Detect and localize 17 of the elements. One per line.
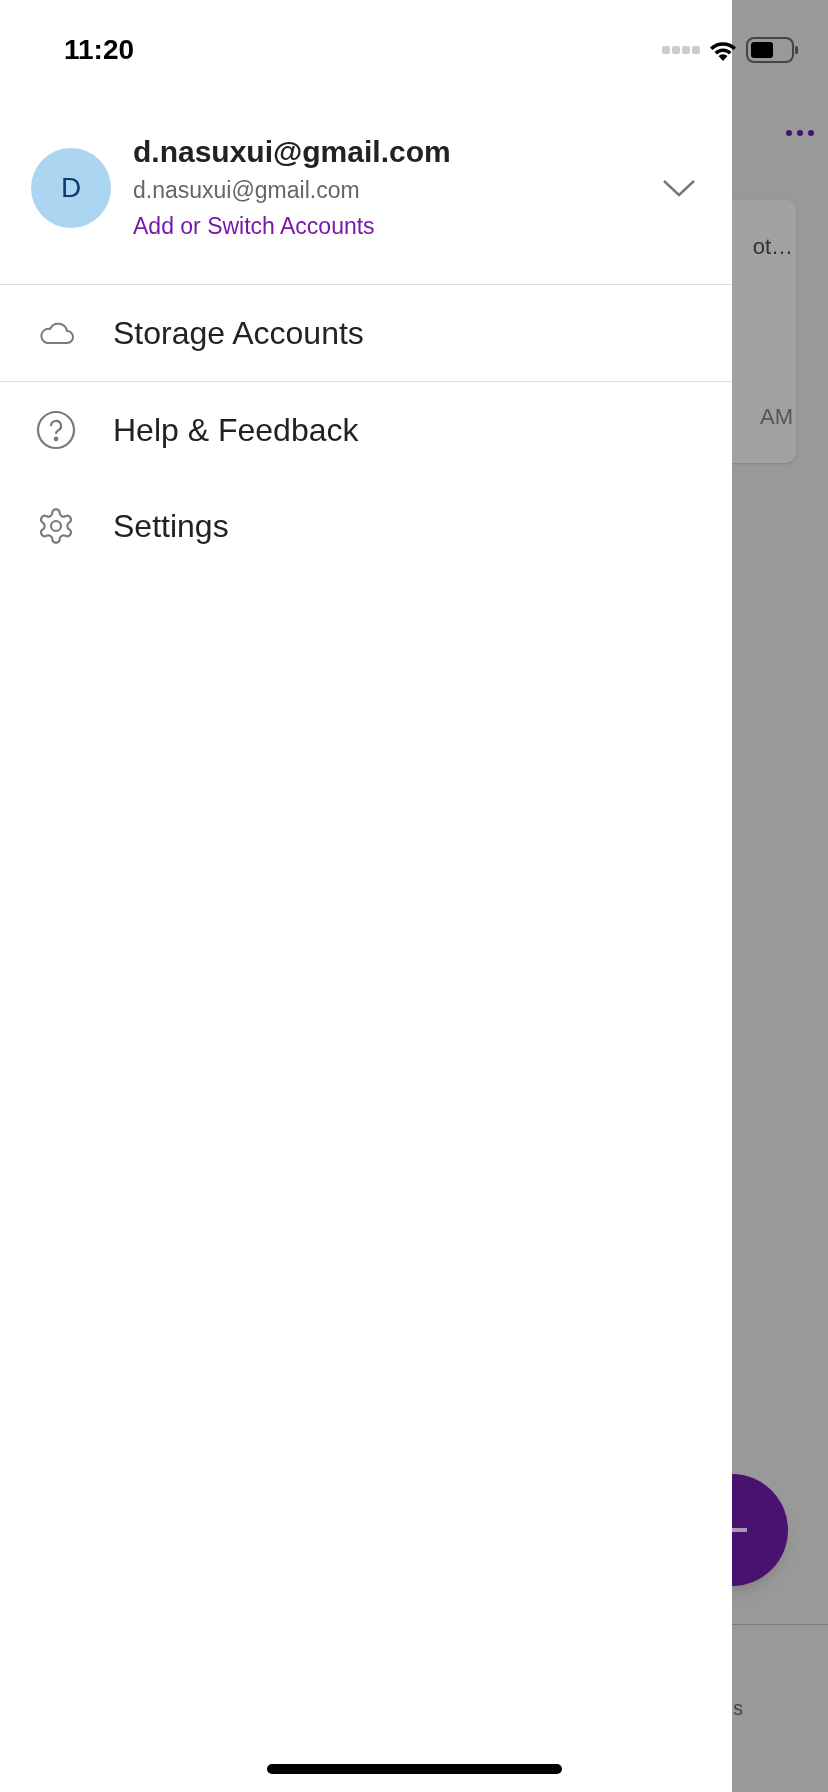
account-name: d.nasuxui@gmail.com	[133, 134, 452, 170]
battery-icon	[746, 37, 798, 63]
tab-label[interactable]: s	[733, 1693, 743, 1723]
card-time: AM	[760, 403, 793, 431]
account-email: d.nasuxui@gmail.com	[133, 176, 361, 205]
help-icon	[36, 410, 76, 450]
menu-item[interactable]: Settings	[0, 478, 732, 574]
signal-icon	[662, 46, 700, 54]
status-time: 11:20	[64, 33, 135, 67]
menu-item[interactable]: Storage Accounts	[0, 285, 732, 381]
chevron-icon[interactable]	[662, 178, 696, 198]
wifi-icon	[708, 39, 738, 61]
avatar: D	[31, 148, 111, 228]
card-text: ot…	[752, 233, 793, 261]
switch-accounts-link[interactable]: Add or Switch Accounts	[133, 208, 662, 244]
menu-item[interactable]: Help & Feedback	[0, 382, 732, 478]
more-icon[interactable]	[786, 130, 814, 136]
